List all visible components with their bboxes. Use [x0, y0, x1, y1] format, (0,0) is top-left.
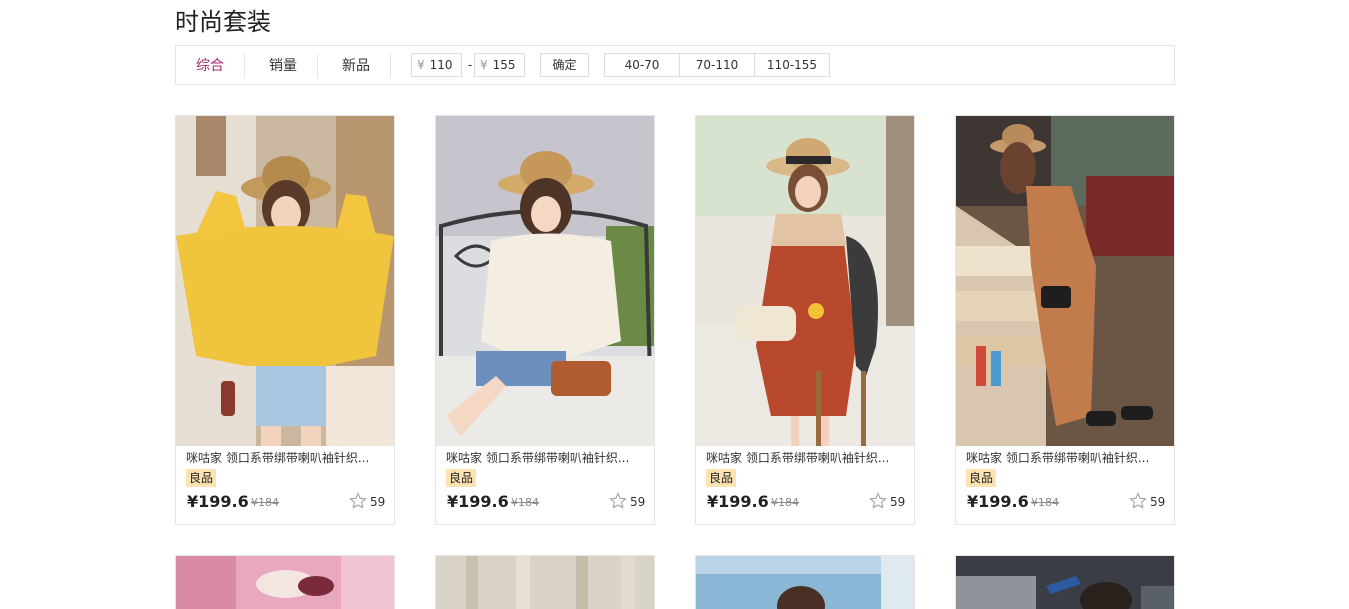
product-image[interactable]	[696, 556, 914, 609]
original-price: ¥184	[1031, 496, 1059, 509]
product-image[interactable]	[696, 116, 914, 446]
tab-new[interactable]: 新品	[332, 54, 380, 78]
like-count: 59	[1150, 495, 1166, 509]
original-price: ¥184	[251, 496, 279, 509]
currency-symbol: ¥	[417, 58, 425, 72]
star-outline-icon[interactable]	[349, 492, 367, 510]
star-outline-icon[interactable]	[869, 492, 887, 510]
divider	[244, 54, 245, 78]
divider	[390, 54, 391, 78]
quality-badge: 良品	[446, 469, 477, 487]
product-card[interactable]	[175, 555, 395, 609]
original-price: ¥184	[511, 496, 539, 509]
price-range-group: 40-70 70-110 110-155	[604, 53, 830, 77]
filter-bar: 综合 销量 新品 ¥110 - ¥155 确定 40-70 70-110 110…	[175, 45, 1175, 85]
quality-badge: 良品	[966, 469, 997, 487]
star-outline-icon[interactable]	[1129, 492, 1147, 510]
quality-badge: 良品	[186, 469, 217, 487]
product-name: 咪咕家 领口系带绑带喇叭袖针织...	[186, 451, 370, 465]
price-max-input[interactable]: ¥155	[474, 53, 525, 77]
product-card[interactable]	[695, 555, 915, 609]
tab-sales[interactable]: 销量	[259, 54, 307, 78]
product-card[interactable]: 咪咕家 领口系带绑带喇叭袖针织... 良品 ¥199.6 ¥184 59	[175, 115, 395, 525]
currency-symbol: ¥	[480, 58, 488, 72]
like-count: 59	[630, 495, 646, 509]
original-price: ¥184	[771, 496, 799, 509]
product-price: ¥199.6	[447, 492, 509, 511]
product-image[interactable]	[436, 116, 654, 446]
product-image[interactable]	[436, 556, 654, 609]
tab-comprehensive[interactable]: 综合	[186, 54, 234, 78]
star-outline-icon[interactable]	[609, 492, 627, 510]
price-max-value: 155	[492, 58, 516, 72]
price-min-input[interactable]: ¥110	[411, 53, 462, 77]
product-price: ¥199.6	[967, 492, 1029, 511]
like-count: 59	[370, 495, 386, 509]
price-min-value: 110	[429, 58, 453, 72]
divider	[317, 54, 318, 78]
product-name: 咪咕家 领口系带绑带喇叭袖针织...	[966, 451, 1150, 465]
product-price: ¥199.6	[187, 492, 249, 511]
product-card[interactable]: 咪咕家 领口系带绑带喇叭袖针织... 良品 ¥199.6 ¥184 59	[435, 115, 655, 525]
product-image[interactable]	[176, 116, 394, 446]
like-count: 59	[890, 495, 906, 509]
product-card[interactable]: 咪咕家 领口系带绑带喇叭袖针织... 良品 ¥199.6 ¥184 59	[695, 115, 915, 525]
product-image[interactable]	[956, 116, 1174, 446]
range-70-110-button[interactable]: 70-110	[680, 54, 755, 76]
page-title: 时尚套装	[175, 8, 271, 36]
confirm-button[interactable]: 确定	[540, 53, 589, 77]
range-110-155-button[interactable]: 110-155	[755, 54, 829, 76]
quality-badge: 良品	[706, 469, 737, 487]
product-card[interactable]	[955, 555, 1175, 609]
product-card[interactable]	[435, 555, 655, 609]
product-card[interactable]: 咪咕家 领口系带绑带喇叭袖针织... 良品 ¥199.6 ¥184 59	[955, 115, 1175, 525]
range-40-70-button[interactable]: 40-70	[605, 54, 680, 76]
product-image[interactable]	[176, 556, 394, 609]
product-name: 咪咕家 领口系带绑带喇叭袖针织...	[446, 451, 630, 465]
product-price: ¥199.6	[707, 492, 769, 511]
product-name: 咪咕家 领口系带绑带喇叭袖针织...	[706, 451, 890, 465]
product-image[interactable]	[956, 556, 1174, 609]
